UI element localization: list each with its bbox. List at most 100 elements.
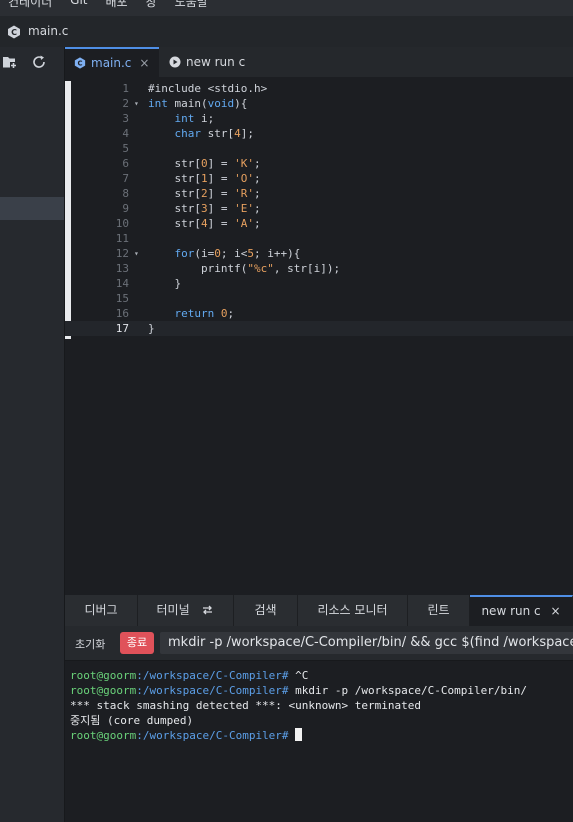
prompt-path: :/workspace/C-Compiler# bbox=[136, 669, 289, 682]
code-text: str[2] = 'R'; bbox=[148, 187, 261, 200]
new-folder-icon[interactable] bbox=[2, 54, 18, 70]
tab-main-c[interactable]: C main.c × bbox=[65, 47, 159, 77]
tab-label: 리소스 모니터 bbox=[317, 603, 388, 617]
run-command-field[interactable]: mkdir -p /workspace/C-Compiler/bin/ && g… bbox=[160, 632, 573, 654]
code-line[interactable]: 10 str[4] = 'A'; bbox=[65, 216, 573, 231]
terminal-text: mkdir -p /workspace/C-Compiler/bin/ bbox=[288, 684, 527, 697]
code-line[interactable]: 7 str[1] = 'O'; bbox=[65, 171, 573, 186]
code-line[interactable]: 4 char str[4]; bbox=[65, 126, 573, 141]
code-text: str[4] = 'A'; bbox=[148, 217, 261, 230]
tab-search[interactable]: 검색 bbox=[234, 595, 298, 626]
c-file-icon: C bbox=[74, 57, 86, 69]
line-number: 7 bbox=[122, 172, 129, 185]
line-number: 17 bbox=[115, 322, 129, 335]
stop-button[interactable]: 종료 bbox=[120, 632, 154, 654]
line-number: 5 bbox=[122, 142, 129, 155]
c-file-icon: C bbox=[8, 25, 20, 39]
code-line[interactable]: 2 ▾ int main(void){ bbox=[65, 96, 573, 111]
svg-text:C: C bbox=[11, 28, 17, 37]
code-text: str[0] = 'K'; bbox=[148, 157, 261, 170]
refresh-icon[interactable] bbox=[201, 604, 214, 616]
terminal-line: 중지됨 (core dumped) bbox=[70, 713, 527, 728]
window-title: main.c bbox=[28, 24, 69, 38]
menu-item[interactable]: Git bbox=[70, 0, 87, 10]
selected-file-row[interactable] bbox=[0, 197, 64, 220]
code-line[interactable]: 15 bbox=[65, 291, 573, 306]
menu-item[interactable]: 도움말 bbox=[175, 0, 208, 10]
line-number: 11 bbox=[115, 232, 129, 245]
code-line[interactable]: 16 return 0; bbox=[65, 306, 573, 321]
play-icon bbox=[169, 56, 181, 68]
line-number: 6 bbox=[122, 157, 129, 170]
code-line[interactable]: 6 str[0] = 'K'; bbox=[65, 156, 573, 171]
menu-bar: 컨테이너 Git 배포 창 도움말 bbox=[0, 0, 573, 16]
line-number: 3 bbox=[122, 112, 129, 125]
line-number: 1 bbox=[122, 82, 129, 95]
line-number: 8 bbox=[122, 187, 129, 200]
code-text: str[3] = 'E'; bbox=[148, 202, 261, 215]
reset-button[interactable]: 초기화 bbox=[75, 636, 105, 652]
tab-label: 터미널 bbox=[156, 603, 190, 617]
tab-lint[interactable]: 린트 bbox=[408, 595, 470, 626]
code-line[interactable]: 5 bbox=[65, 141, 573, 156]
prompt-path: :/workspace/C-Compiler# bbox=[136, 684, 289, 697]
code-text: char str[4]; bbox=[174, 127, 255, 140]
code-text: } bbox=[148, 322, 155, 335]
refresh-icon[interactable] bbox=[31, 54, 47, 70]
code-text: printf("%c", str[i]); bbox=[148, 262, 341, 275]
fold-toggle-icon[interactable]: ▾ bbox=[134, 96, 139, 111]
code-line[interactable]: 17} bbox=[65, 321, 573, 336]
code-text: } bbox=[148, 277, 182, 290]
code-line[interactable]: 9 str[3] = 'E'; bbox=[65, 201, 573, 216]
tab-debug[interactable]: 디버그 bbox=[65, 595, 138, 626]
code-line[interactable]: 8 str[2] = 'R'; bbox=[65, 186, 573, 201]
menu-items: 컨테이너 Git 배포 창 도움말 bbox=[8, 0, 208, 10]
code-text: return 0; bbox=[174, 307, 235, 320]
explorer-toolbar bbox=[0, 47, 64, 77]
code-editor[interactable]: 1 #include <stdio.h> 2 ▾ int main(void){3 in… bbox=[65, 77, 573, 595]
close-icon[interactable]: × bbox=[550, 604, 560, 618]
bottom-tab-bar: 디버그 터미널 검색 리소스 모니터 린트 new run c × bbox=[65, 595, 573, 627]
code-line[interactable]: 12 ▾ for(i=0; i<5; i++){ bbox=[65, 246, 573, 261]
project-explorer bbox=[0, 47, 65, 822]
tab-label: new run c bbox=[481, 604, 541, 618]
code-line[interactable]: 1 #include <stdio.h> bbox=[65, 81, 573, 96]
svg-text:C: C bbox=[77, 60, 82, 68]
tab-terminal[interactable]: 터미널 bbox=[138, 595, 234, 626]
line-number: 2 bbox=[122, 97, 129, 110]
close-icon[interactable]: × bbox=[139, 56, 149, 70]
line-number: 10 bbox=[115, 217, 129, 230]
code-text: int i; bbox=[174, 112, 215, 125]
tab-label: 린트 bbox=[427, 603, 450, 617]
tab-label: 디버그 bbox=[84, 603, 118, 617]
code-line[interactable]: 11 bbox=[65, 231, 573, 246]
tab-label: new run c bbox=[186, 55, 246, 69]
menu-item[interactable]: 창 bbox=[146, 0, 157, 10]
code-line[interactable]: 3 int i; bbox=[65, 111, 573, 126]
menu-item[interactable]: 컨테이너 bbox=[8, 0, 52, 10]
line-number: 14 bbox=[115, 277, 129, 290]
fold-toggle-icon[interactable]: ▾ bbox=[134, 246, 139, 261]
line-number: 15 bbox=[115, 292, 129, 305]
terminal-line: *** stack smashing detected ***: <unknow… bbox=[70, 698, 527, 713]
code-lines[interactable]: 1 #include <stdio.h> 2 ▾ int main(void){3 in… bbox=[65, 81, 573, 336]
terminal-line: root@goorm:/workspace/C-Compiler# mkdir … bbox=[70, 683, 527, 698]
line-number: 4 bbox=[122, 127, 129, 140]
code-line[interactable]: 14 } bbox=[65, 276, 573, 291]
line-number: 9 bbox=[122, 202, 129, 215]
prompt-user: root@goorm bbox=[70, 669, 137, 682]
tab-label: 검색 bbox=[254, 603, 277, 617]
terminal-line: root@goorm:/workspace/C-Compiler# bbox=[70, 728, 527, 743]
tab-new-run-c[interactable]: new run c bbox=[169, 47, 269, 77]
tab-label: main.c bbox=[91, 56, 132, 70]
editor-tab-bar: C main.c × new run c bbox=[65, 47, 573, 77]
code-text: #include <stdio.h> bbox=[148, 82, 268, 95]
menu-item[interactable]: 배포 bbox=[106, 0, 128, 10]
code-line[interactable]: 13 printf("%c", str[i]); bbox=[65, 261, 573, 276]
terminal-line: root@goorm:/workspace/C-Compiler# ^C bbox=[70, 668, 527, 683]
tab-resource-monitor[interactable]: 리소스 모니터 bbox=[298, 595, 408, 626]
tab-new-run-c[interactable]: new run c × bbox=[470, 595, 573, 626]
line-number: 13 bbox=[115, 262, 129, 275]
terminal-output[interactable]: root@goorm:/workspace/C-Compiler# ^C root… bbox=[70, 668, 527, 743]
